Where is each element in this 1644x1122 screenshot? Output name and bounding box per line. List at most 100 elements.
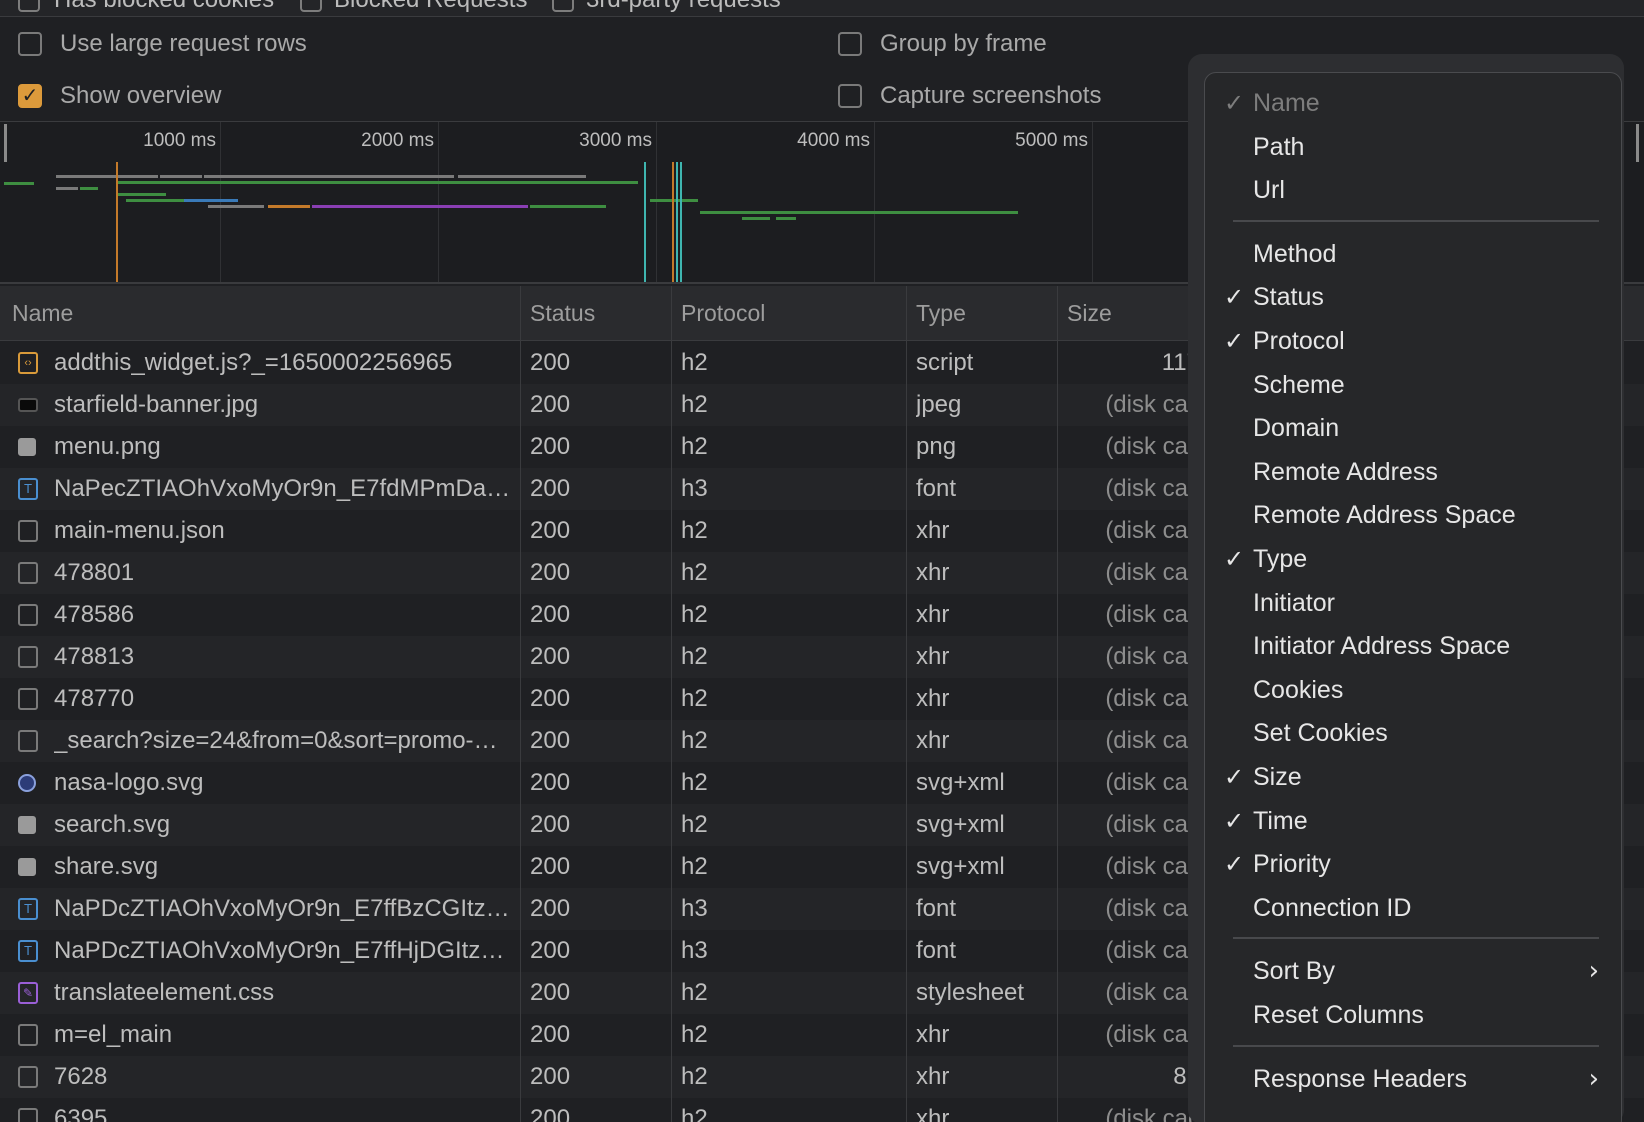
dom-content-loaded-marker xyxy=(116,162,118,282)
menu-item-initiator-address-space[interactable]: Initiator Address Space xyxy=(1205,624,1621,668)
capture-screenshots-checkbox[interactable] xyxy=(838,84,862,108)
request-protocol: h2 xyxy=(681,433,708,460)
request-protocol: h2 xyxy=(681,391,708,418)
request-status: 200 xyxy=(530,769,571,796)
request-status: 200 xyxy=(530,517,571,544)
grid-line xyxy=(1092,122,1093,282)
capture-screenshots-setting[interactable]: Capture screenshots xyxy=(838,79,1101,113)
overview-request-bar xyxy=(118,181,638,184)
request-status: 200 xyxy=(530,391,571,418)
column-divider[interactable] xyxy=(1057,286,1058,1122)
menu-item-size[interactable]: ✓ Size xyxy=(1205,755,1621,799)
menu-item-path[interactable]: Path xyxy=(1205,125,1621,169)
show-overview-setting[interactable]: ✓ Show overview xyxy=(18,79,221,113)
overview-request-bar xyxy=(126,199,184,202)
menu-item-protocol[interactable]: ✓ Protocol xyxy=(1205,319,1621,363)
menu-item-label: Cookies xyxy=(1253,675,1344,704)
column-header-type[interactable]: Type xyxy=(906,286,966,341)
request-status: 200 xyxy=(530,895,571,922)
column-header-size[interactable]: Size xyxy=(1057,286,1112,341)
group-by-frame-checkbox[interactable] xyxy=(838,32,862,56)
column-divider[interactable] xyxy=(906,286,907,1122)
capture-screenshots-label: Capture screenshots xyxy=(880,82,1102,109)
menu-item-cookies[interactable]: Cookies xyxy=(1205,668,1621,712)
column-divider[interactable] xyxy=(520,286,521,1122)
menu-item-reset-columns[interactable]: Reset Columns xyxy=(1205,993,1621,1037)
overview-request-bar xyxy=(268,205,310,208)
request-status: 200 xyxy=(530,643,571,670)
request-name: 7628 xyxy=(54,1063,108,1090)
overview-request-bar xyxy=(56,187,78,190)
column-header-protocol[interactable]: Protocol xyxy=(671,286,765,341)
menu-item-initiator[interactable]: Initiator xyxy=(1205,581,1621,625)
overview-left-handle[interactable] xyxy=(4,124,7,162)
menu-item-remote-address[interactable]: Remote Address xyxy=(1205,450,1621,494)
menu-item-label: Path xyxy=(1253,132,1305,161)
request-size: (disk cac xyxy=(1105,895,1200,922)
request-size: (disk cac xyxy=(1105,811,1200,838)
overview-right-handle[interactable] xyxy=(1636,124,1639,162)
chevron-right-icon: › xyxy=(1588,956,1599,987)
document-icon xyxy=(18,604,38,626)
menu-item-status[interactable]: ✓ Status xyxy=(1205,275,1621,319)
menu-item-type[interactable]: ✓ Type xyxy=(1205,537,1621,581)
column-header-status[interactable]: Status xyxy=(520,286,595,341)
menu-item-set-cookies[interactable]: Set Cookies xyxy=(1205,711,1621,755)
row-icon-cell xyxy=(18,384,42,426)
menu-item-label: Method xyxy=(1253,239,1337,268)
request-status: 200 xyxy=(530,1063,571,1090)
overview-request-bar xyxy=(458,175,586,178)
row-icon-cell xyxy=(18,1014,42,1056)
menu-item-sort-by[interactable]: Sort By › xyxy=(1205,949,1621,993)
menu-item-method[interactable]: Method xyxy=(1205,232,1621,276)
menu-item-response-headers[interactable]: Response Headers › xyxy=(1205,1057,1621,1101)
blocked-requests-checkbox[interactable] xyxy=(300,0,322,12)
request-size: (disk cac xyxy=(1105,391,1200,418)
menu-item-url[interactable]: Url xyxy=(1205,168,1621,212)
menu-item-domain[interactable]: Domain xyxy=(1205,406,1621,450)
request-type: xhr xyxy=(916,1021,950,1048)
timing-marker xyxy=(680,162,682,282)
request-protocol: h2 xyxy=(681,853,708,880)
overview-request-bar xyxy=(776,217,796,220)
request-size: (disk cac xyxy=(1105,559,1200,586)
menu-item-label: Type xyxy=(1253,545,1308,573)
request-protocol: h2 xyxy=(681,685,708,712)
grid-line xyxy=(220,122,221,282)
menu-item-priority[interactable]: ✓ Priority xyxy=(1205,842,1621,886)
column-divider[interactable] xyxy=(671,286,672,1122)
large-request-rows-label: Use large request rows xyxy=(60,30,307,57)
request-type: xhr xyxy=(916,727,950,754)
menu-item-label: Remote Address xyxy=(1253,457,1438,486)
has-blocked-cookies-label: Has blocked cookies xyxy=(54,0,274,14)
menu-item-scheme[interactable]: Scheme xyxy=(1205,363,1621,407)
request-type: png xyxy=(916,433,957,460)
request-protocol: h2 xyxy=(681,559,708,586)
menu-item-label: Scheme xyxy=(1253,370,1345,399)
document-icon xyxy=(18,520,38,542)
overview-request-bar xyxy=(700,211,1018,214)
third-party-requests-label: 3rd-party requests xyxy=(586,0,781,14)
row-icon-cell: ✎ xyxy=(18,972,42,1014)
overview-request-bar xyxy=(118,175,158,178)
group-by-frame-setting[interactable]: Group by frame xyxy=(838,27,1047,61)
large-request-rows-checkbox[interactable] xyxy=(18,32,42,56)
request-name: m=el_main xyxy=(54,1021,173,1048)
third-party-requests-checkbox[interactable] xyxy=(552,0,574,12)
large-request-rows-setting[interactable]: Use large request rows xyxy=(18,27,307,61)
menu-item-label: Sort By xyxy=(1253,957,1335,986)
document-icon xyxy=(18,688,38,710)
menu-item-connection-id[interactable]: Connection ID xyxy=(1205,886,1621,930)
show-overview-checkbox[interactable]: ✓ xyxy=(18,84,42,108)
checkmark-icon: ✓ xyxy=(1223,327,1245,355)
column-header-name[interactable]: Name xyxy=(2,286,73,341)
document-icon xyxy=(18,730,38,752)
request-size: (disk cac xyxy=(1105,1021,1200,1048)
has-blocked-cookies-checkbox[interactable] xyxy=(18,0,40,12)
request-size: (disk cac xyxy=(1105,601,1200,628)
menu-item-time[interactable]: ✓ Time xyxy=(1205,799,1621,843)
overview-request-bar xyxy=(742,217,770,220)
menu-item-remote-address-space[interactable]: Remote Address Space xyxy=(1205,493,1621,537)
request-status: 200 xyxy=(530,727,571,754)
request-name: NaPDcZTIAOhVxoMyOr9n_E7ffHjDGItz… xyxy=(54,937,505,964)
